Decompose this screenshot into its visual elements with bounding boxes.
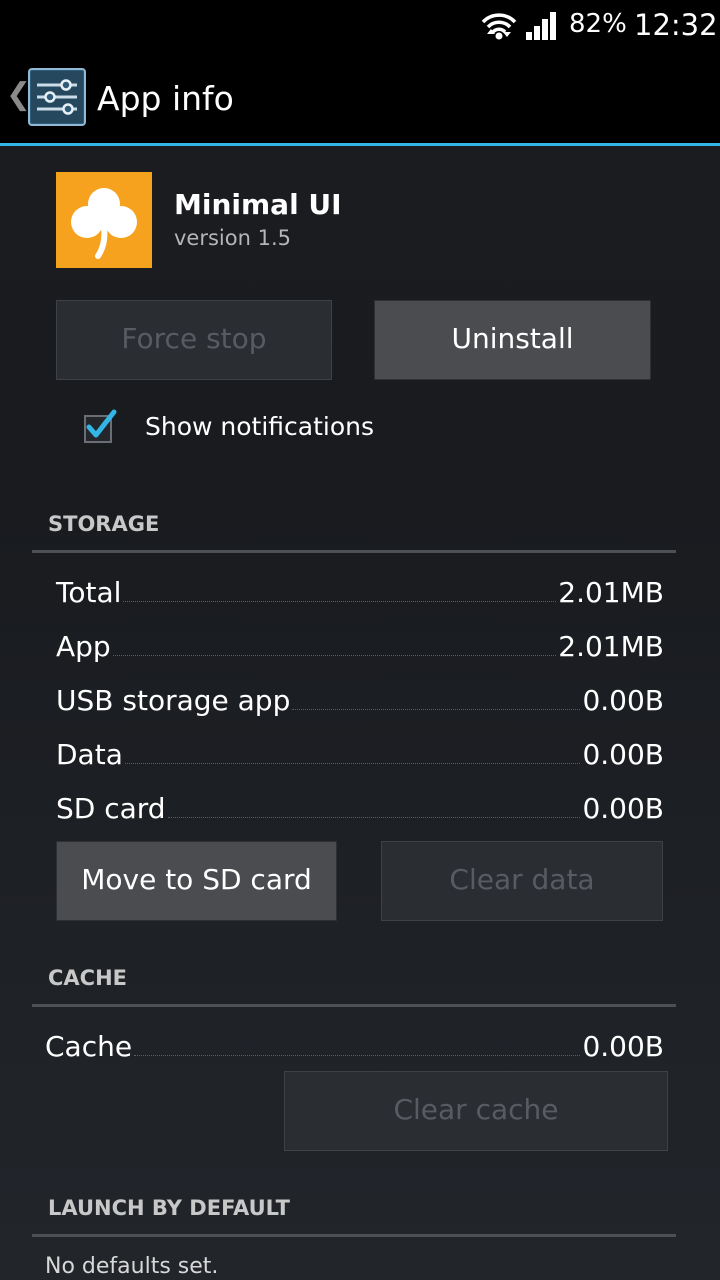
no-defaults-text: No defaults set.: [45, 1254, 219, 1279]
move-to-sd-button[interactable]: Move to SD card: [56, 841, 337, 921]
storage-value: 2.01MB: [558, 630, 664, 663]
uninstall-button[interactable]: Uninstall: [374, 300, 651, 380]
storage-value: 0.00B: [582, 738, 664, 771]
clear-data-button[interactable]: Clear data: [381, 841, 663, 921]
storage-row-data: Data 0.00B: [56, 732, 664, 772]
clock: 12:32: [634, 8, 718, 42]
storage-row-usb: USB storage app 0.00B: [56, 678, 664, 718]
storage-row-app: App 2.01MB: [56, 624, 664, 664]
storage-header: STORAGE: [48, 512, 160, 536]
storage-divider: [32, 550, 676, 553]
dotted-leader: [134, 1055, 581, 1056]
storage-label: USB storage app: [56, 684, 291, 717]
show-notifications-checkbox[interactable]: [84, 409, 117, 443]
show-notifications-label: Show notifications: [145, 412, 375, 441]
clear-cache-button[interactable]: Clear cache: [284, 1071, 668, 1151]
cache-divider: [32, 1004, 676, 1007]
storage-label: Data: [56, 738, 123, 771]
cache-value: 0.00B: [582, 1030, 664, 1063]
signal-icon: [526, 12, 556, 40]
app-name: Minimal UI: [174, 188, 342, 221]
force-stop-button[interactable]: Force stop: [56, 300, 332, 380]
app-version: version 1.5: [174, 226, 291, 250]
dotted-leader: [124, 763, 581, 764]
dotted-leader: [292, 709, 581, 710]
cache-row: Cache 0.00B: [45, 1024, 664, 1064]
storage-row-sdcard: SD card 0.00B: [56, 786, 664, 826]
action-bar: ❮ App info: [0, 50, 720, 143]
storage-label: App: [56, 630, 111, 663]
cache-label: Cache: [45, 1030, 133, 1063]
storage-value: 0.00B: [582, 792, 664, 825]
storage-label: SD card: [56, 792, 166, 825]
cache-header: CACHE: [48, 966, 127, 990]
settings-sliders-icon[interactable]: [28, 68, 86, 126]
storage-value: 0.00B: [582, 684, 664, 717]
wifi-icon: [481, 13, 517, 40]
storage-row-total: Total 2.01MB: [56, 570, 664, 610]
clover-icon: [71, 188, 137, 259]
dotted-leader: [112, 655, 557, 656]
launch-default-divider: [32, 1234, 676, 1237]
app-icon: [56, 172, 152, 268]
dotted-leader: [167, 817, 581, 818]
storage-value: 2.01MB: [558, 576, 664, 609]
action-bar-divider: [0, 143, 720, 146]
page-title: App info: [97, 79, 234, 118]
status-bar: 82% 12:32: [0, 0, 720, 50]
dotted-leader: [123, 601, 557, 602]
launch-default-header: LAUNCH BY DEFAULT: [48, 1196, 290, 1220]
battery-percent: 82%: [569, 9, 627, 39]
storage-label: Total: [56, 576, 122, 609]
